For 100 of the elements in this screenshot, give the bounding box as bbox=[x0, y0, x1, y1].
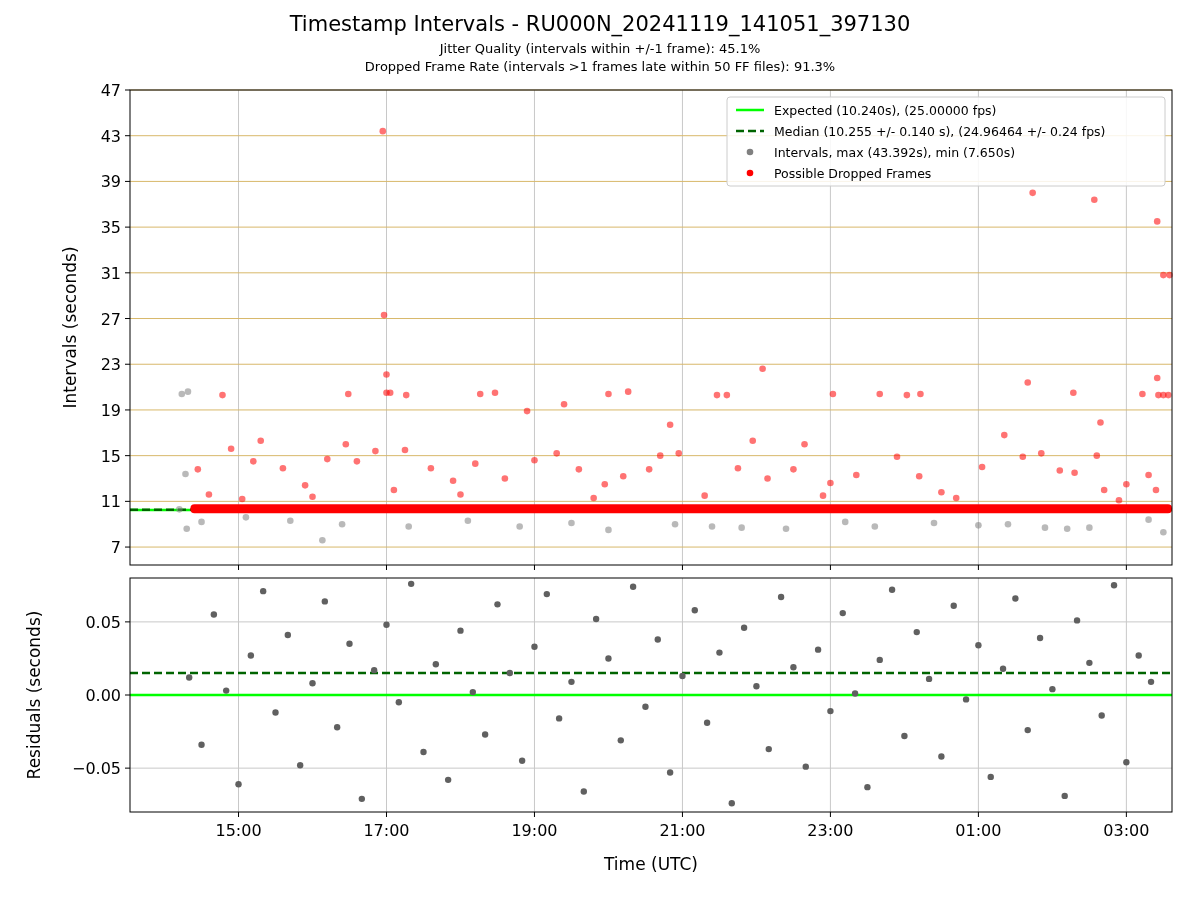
data-point bbox=[402, 391, 410, 399]
data-point bbox=[708, 523, 716, 530]
data-point bbox=[938, 753, 945, 760]
data-point bbox=[1029, 189, 1036, 197]
data-point bbox=[301, 482, 309, 489]
data-point bbox=[401, 446, 409, 454]
data-point bbox=[1073, 617, 1081, 624]
data-point bbox=[777, 593, 785, 601]
tick-label: 43 bbox=[100, 126, 121, 146]
data-point bbox=[344, 390, 352, 398]
data-point bbox=[853, 471, 860, 479]
data-point bbox=[568, 519, 575, 527]
data-point bbox=[407, 580, 415, 588]
tick-label: 27 bbox=[100, 309, 121, 329]
data-point bbox=[1097, 419, 1104, 426]
data-point bbox=[915, 472, 923, 480]
tick-label: 23:00 bbox=[807, 821, 854, 840]
data-point bbox=[186, 674, 193, 681]
data-point bbox=[624, 388, 632, 395]
data-point bbox=[1070, 389, 1077, 397]
legend-label: Median (10.255 +/- 0.140 s), (24.96464 +/- 0.24 fps) bbox=[774, 123, 1106, 139]
data-point bbox=[1004, 520, 1012, 528]
data-point bbox=[353, 458, 361, 465]
tick-label: 31 bbox=[100, 263, 121, 283]
data-point bbox=[759, 365, 766, 373]
data-point bbox=[605, 390, 612, 398]
data-point bbox=[372, 447, 379, 455]
data-point bbox=[432, 661, 439, 668]
tick-label: −0.05 bbox=[71, 759, 121, 779]
data-point bbox=[738, 524, 745, 531]
data-point bbox=[1145, 516, 1152, 523]
data-point bbox=[342, 440, 350, 448]
data-point bbox=[888, 586, 896, 593]
data-point bbox=[753, 683, 760, 690]
data-point bbox=[194, 466, 202, 473]
data-point bbox=[543, 590, 550, 598]
data-point bbox=[901, 732, 908, 740]
data-point bbox=[952, 494, 960, 502]
data-point bbox=[925, 675, 933, 683]
tick-label: 15 bbox=[100, 446, 121, 466]
data-point bbox=[247, 652, 255, 659]
data-point bbox=[1152, 486, 1160, 494]
data-point bbox=[1147, 678, 1155, 686]
data-point bbox=[346, 640, 353, 647]
data-point bbox=[590, 494, 597, 502]
axis-label: Intervals (seconds) bbox=[60, 246, 80, 409]
data-point bbox=[309, 680, 316, 687]
data-point bbox=[917, 390, 924, 398]
tick-label: 35 bbox=[100, 218, 121, 238]
data-point bbox=[765, 745, 772, 753]
legend-label: Expected (10.240s), (25.00000 fps) bbox=[774, 102, 997, 118]
data-point bbox=[309, 493, 316, 501]
data-point bbox=[871, 523, 879, 530]
data-point bbox=[802, 763, 809, 770]
data-point bbox=[619, 472, 627, 480]
tick-label: 19:00 bbox=[511, 821, 558, 840]
data-point bbox=[420, 748, 427, 756]
tick-label: 19 bbox=[100, 400, 121, 420]
tick-label: 03:00 bbox=[1103, 821, 1150, 840]
data-point bbox=[531, 643, 538, 650]
data-point bbox=[205, 491, 213, 498]
data-point bbox=[1056, 467, 1064, 474]
tick-label: 47 bbox=[100, 81, 121, 100]
data-point bbox=[605, 655, 612, 662]
data-point bbox=[242, 514, 250, 521]
data-point bbox=[827, 707, 834, 715]
chart-subtitle: Dropped Frame Rate (intervals >1 frames late within 50 FF files): 91.3% bbox=[364, 58, 836, 76]
legend-label: Intervals, max (43.392s), min (7.650s) bbox=[774, 144, 1016, 160]
data-point bbox=[950, 602, 957, 609]
data-point bbox=[457, 491, 464, 498]
data-point bbox=[380, 311, 388, 319]
tick-label: 01:00 bbox=[955, 821, 1002, 840]
data-point bbox=[1038, 450, 1045, 457]
data-point bbox=[272, 709, 279, 716]
data-point bbox=[1024, 379, 1031, 386]
data-point bbox=[903, 391, 911, 399]
data-point bbox=[864, 783, 871, 791]
data-point bbox=[227, 445, 235, 453]
tick-label: 0.05 bbox=[85, 612, 121, 632]
data-point bbox=[469, 688, 476, 696]
data-point bbox=[679, 672, 686, 680]
data-point bbox=[841, 518, 849, 526]
data-point bbox=[1091, 196, 1098, 203]
data-point bbox=[260, 587, 267, 595]
data-point bbox=[555, 715, 563, 722]
data-point bbox=[1093, 452, 1101, 459]
data-point bbox=[675, 450, 683, 457]
data-point bbox=[560, 400, 568, 408]
data-point bbox=[656, 452, 664, 459]
data-point bbox=[601, 480, 609, 488]
data-point bbox=[876, 390, 884, 398]
data-point bbox=[1001, 431, 1008, 439]
data-point bbox=[962, 696, 970, 703]
tick-label: 39 bbox=[100, 172, 121, 192]
data-point bbox=[457, 627, 464, 634]
tick-label: 0.00 bbox=[85, 686, 121, 705]
data-point bbox=[819, 492, 827, 499]
data-point bbox=[987, 773, 994, 781]
data-point bbox=[481, 731, 489, 738]
data-point bbox=[223, 687, 230, 694]
